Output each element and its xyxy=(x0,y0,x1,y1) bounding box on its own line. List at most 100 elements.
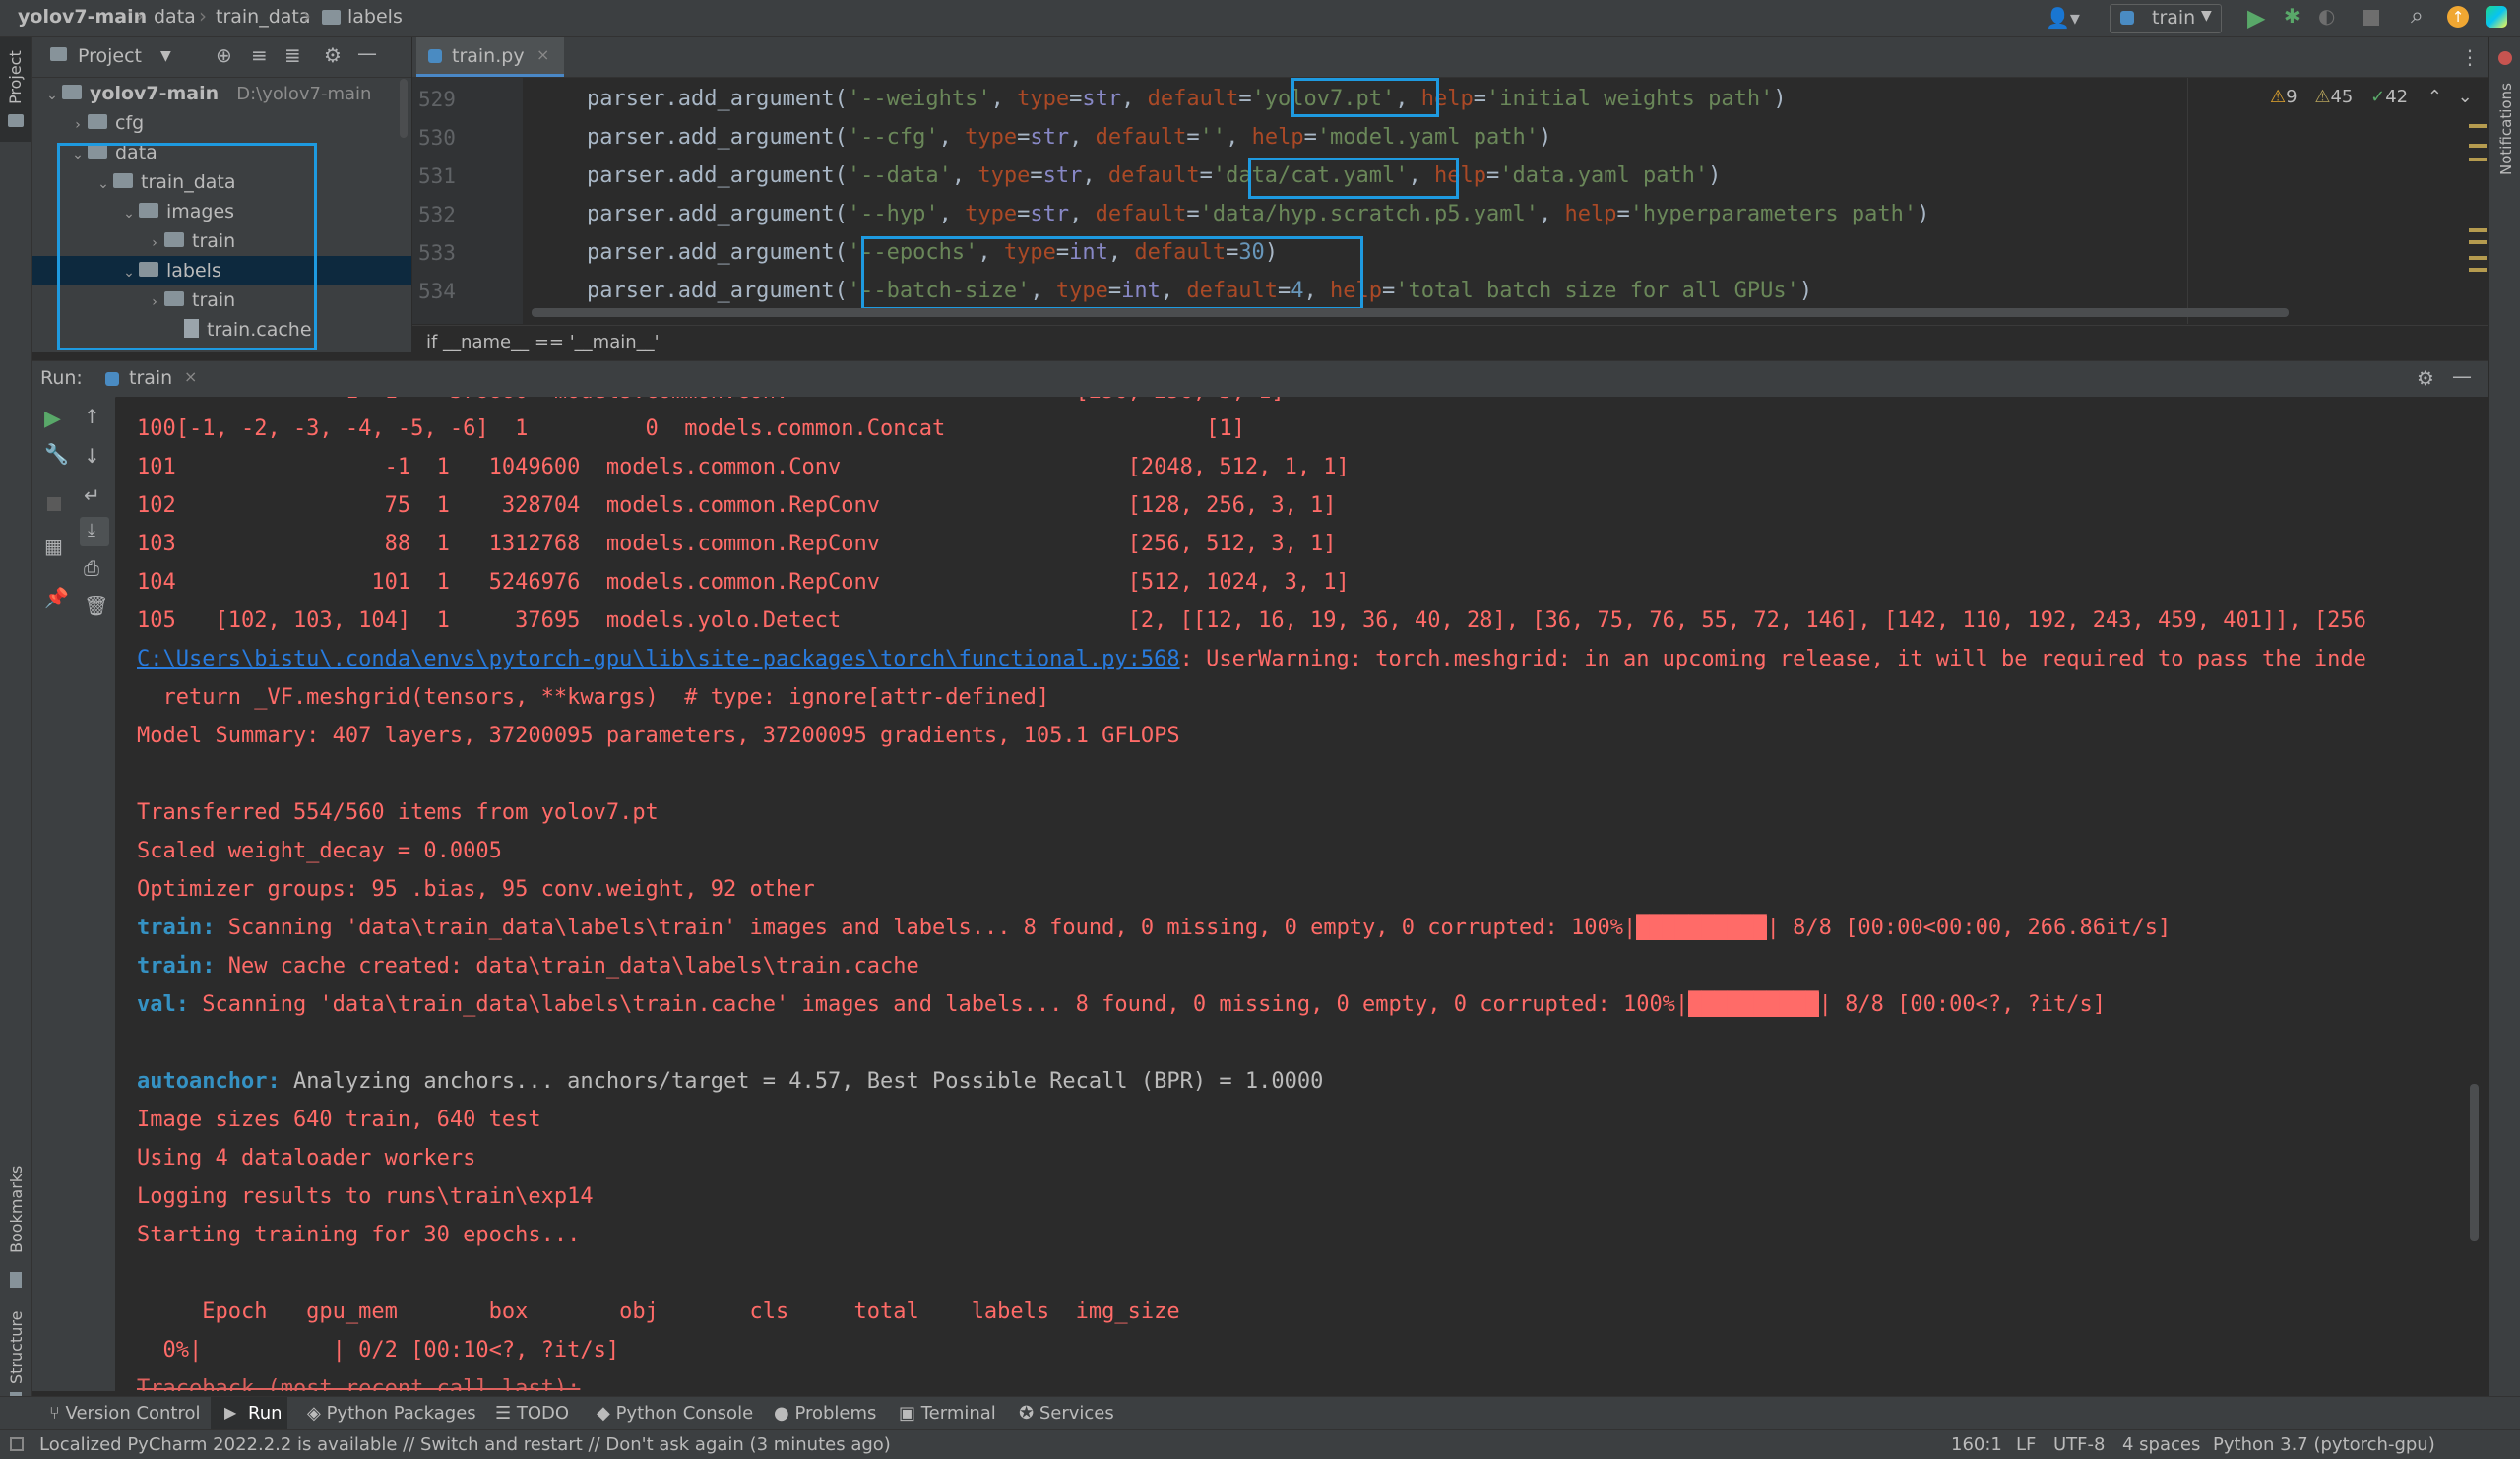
project-panel-title[interactable]: Project xyxy=(78,45,142,67)
run-icon[interactable]: ▶ xyxy=(2247,4,2265,32)
tab-problems[interactable]: ● Problems xyxy=(774,1403,876,1424)
stop-icon[interactable] xyxy=(2363,10,2379,26)
tab-services[interactable]: ✪ Services xyxy=(1019,1403,1114,1424)
epochs-batch-highlight-box xyxy=(861,236,1363,310)
run-config-label: train xyxy=(2152,7,2196,29)
tab-label: Python Console xyxy=(615,1403,754,1424)
structure-tool-button[interactable]: Structure xyxy=(0,1278,32,1404)
layout-toggle-icon[interactable] xyxy=(10,1437,24,1451)
arrow-up-icon[interactable]: ↑ xyxy=(84,405,100,428)
breadcrumb-data[interactable]: data xyxy=(154,6,196,28)
indent-setting[interactable]: 4 spaces xyxy=(2122,1434,2200,1455)
line-separator[interactable]: LF xyxy=(2016,1434,2036,1455)
tree-item-project-root[interactable]: ⌄ yolov7-main D:\yolov7-main xyxy=(32,79,411,108)
gear-icon[interactable]: ⚙ xyxy=(2417,366,2434,390)
run-config-selector[interactable]: train ▼ xyxy=(2110,4,2222,33)
code-editor[interactable] xyxy=(412,78,2488,324)
scroll-to-end-icon[interactable]: ⤓ xyxy=(80,517,109,546)
python-interpreter[interactable]: Python 3.7 (pytorch-gpu) xyxy=(2213,1434,2435,1455)
user-icon[interactable]: 👤▾ xyxy=(2046,6,2080,30)
val-scan-tail: | 8/8 [00:00<?, ?it/s] xyxy=(1818,992,2107,1017)
console-line: Using 4 dataloader workers xyxy=(137,1146,476,1171)
breadcrumb-project[interactable]: yolov7-main xyxy=(18,6,147,28)
navigation-bar: yolov7-main › data › train_data › labels… xyxy=(0,0,2520,37)
search-icon[interactable]: ⌕ xyxy=(2411,3,2424,29)
console-line-cut: 1 1 378880 models.common.Conv [256, 256,… xyxy=(137,397,1285,404)
console-autoanchor: autoanchor: Analyzing anchors... anchors… xyxy=(137,1069,1323,1094)
train-cache-text: New cache created: data\train_data\label… xyxy=(215,954,919,979)
breadcrumb-labels[interactable]: labels xyxy=(347,6,403,28)
minimize-icon[interactable]: — xyxy=(357,41,377,65)
collapse-all-icon[interactable]: ≣ xyxy=(284,43,301,67)
console-progress-line: 0%| | 0/2 [00:10<?, ?it/s] xyxy=(137,1338,620,1363)
chevron-down-icon[interactable]: ▼ xyxy=(160,48,171,64)
run-toolbar: ▶ 🔧 ▦ 📌 ↑ ↓ ↵ ⤓ ⎙ 🗑 xyxy=(32,397,115,1391)
chevron-right-icon: › xyxy=(75,117,81,133)
code-breadcrumb[interactable]: if __name__ == '__main__' xyxy=(426,332,660,352)
notifications-label[interactable]: Notifications xyxy=(2497,83,2515,175)
tab-terminal[interactable]: ▣ Terminal xyxy=(899,1403,996,1424)
tree-scrollbar[interactable] xyxy=(400,79,408,138)
rerun-icon[interactable]: ▶ xyxy=(44,407,61,431)
tab-python-packages[interactable]: ◈ Python Packages xyxy=(307,1403,476,1424)
console-line: 102 75 1 328704 models.common.RepConv [1… xyxy=(137,493,1337,518)
console-traceback-line: Traceback (most recent call last): xyxy=(137,1376,581,1391)
close-icon[interactable]: × xyxy=(536,45,549,64)
right-margin-guide xyxy=(2187,78,2188,324)
locate-icon[interactable]: ⊕ xyxy=(216,43,232,67)
stop-icon[interactable] xyxy=(47,497,61,511)
tab-todo[interactable]: ☰ TODO xyxy=(495,1403,569,1424)
project-tool-button[interactable]: Project xyxy=(0,37,32,142)
update-icon[interactable]: ↑ xyxy=(2447,6,2469,28)
tab-version-control[interactable]: ⑂ Version Control xyxy=(49,1403,201,1424)
status-message[interactable]: Localized PyCharm 2022.2.2 is available … xyxy=(39,1434,891,1455)
tree-item-cfg[interactable]: › cfg xyxy=(32,108,411,138)
chevron-up-icon[interactable]: ⌃ xyxy=(2427,87,2442,107)
chevron-down-icon[interactable]: ⌄ xyxy=(2458,87,2473,107)
console-line: Logging results to runs\train\exp14 xyxy=(137,1184,594,1209)
right-tool-strip: Notifications xyxy=(2488,37,2520,1396)
console-line: return _VF.meshgrid(tensors, **kwargs) #… xyxy=(137,685,1050,710)
minimize-icon[interactable]: — xyxy=(2452,364,2472,388)
debug-icon[interactable]: ✱ xyxy=(2284,4,2300,28)
close-icon[interactable]: × xyxy=(184,367,197,386)
run-icon: ▶ xyxy=(224,1403,237,1422)
tab-label: Version Control xyxy=(65,1403,201,1424)
tab-python-console[interactable]: ◆ Python Console xyxy=(597,1403,753,1424)
breadcrumb-train-data[interactable]: train_data xyxy=(216,6,311,28)
pycharm-logo-icon[interactable] xyxy=(2486,6,2507,28)
file-link[interactable]: C:\Users\bistu\.conda\envs\pytorch-gpu\l… xyxy=(137,647,1180,671)
bookmarks-tool-button[interactable]: Bookmarks xyxy=(0,1140,32,1298)
bottom-tool-tabs: ⑂ Version Control ▶ Run ◈ Python Package… xyxy=(0,1396,2520,1430)
layout-icon[interactable]: ▦ xyxy=(44,535,63,558)
more-options-icon[interactable]: ⋮ xyxy=(2460,45,2480,69)
console-warning-line: C:\Users\bistu\.conda\envs\pytorch-gpu\l… xyxy=(137,647,2366,671)
run-console[interactable]: 1 1 378880 models.common.Conv [256, 256,… xyxy=(116,397,2488,1391)
line-number: 533 xyxy=(418,241,456,265)
editor-horizontal-scrollbar[interactable] xyxy=(532,308,2289,317)
console-epoch-header: Epoch gpu_mem box obj cls total labels i… xyxy=(137,1300,1180,1324)
autoanchor-text: Analyzing anchors... anchors/target = 4.… xyxy=(280,1069,1324,1094)
chevron-down-icon: ⌄ xyxy=(46,88,58,103)
error-stripe[interactable] xyxy=(2469,118,2487,285)
soft-wrap-icon[interactable]: ↵ xyxy=(84,483,100,507)
line-number-gutter: 529 530 531 532 533 534 xyxy=(412,78,523,324)
arrow-down-icon[interactable]: ↓ xyxy=(84,444,100,468)
wrench-icon[interactable]: 🔧 xyxy=(44,442,69,466)
run-tab-train[interactable]: train × xyxy=(105,361,204,397)
expand-all-icon[interactable]: ≡ xyxy=(251,43,268,67)
coverage-icon[interactable]: ◐ xyxy=(2318,4,2335,28)
tab-train-py[interactable]: train.py × xyxy=(416,37,564,77)
gear-icon[interactable]: ⚙ xyxy=(324,43,342,67)
file-encoding[interactable]: UTF-8 xyxy=(2053,1434,2105,1455)
notifications-icon[interactable] xyxy=(2498,51,2512,65)
caret-position[interactable]: 160:1 xyxy=(1951,1434,2002,1455)
pin-icon[interactable]: 📌 xyxy=(44,586,69,609)
tab-run[interactable]: ▶ Run xyxy=(211,1397,287,1430)
trash-icon[interactable]: 🗑 xyxy=(84,594,108,617)
inspection-widget[interactable]: ⚠9 ⚠45 ✓42 ⌃ ⌄ xyxy=(2270,87,2473,112)
console-scrollbar[interactable] xyxy=(2470,1084,2479,1241)
print-icon[interactable]: ⎙ xyxy=(84,556,99,580)
console-line: Starting training for 30 epochs... xyxy=(137,1223,581,1247)
val-scan-text: Scanning 'data\train_data\labels\train.c… xyxy=(188,992,1689,1017)
